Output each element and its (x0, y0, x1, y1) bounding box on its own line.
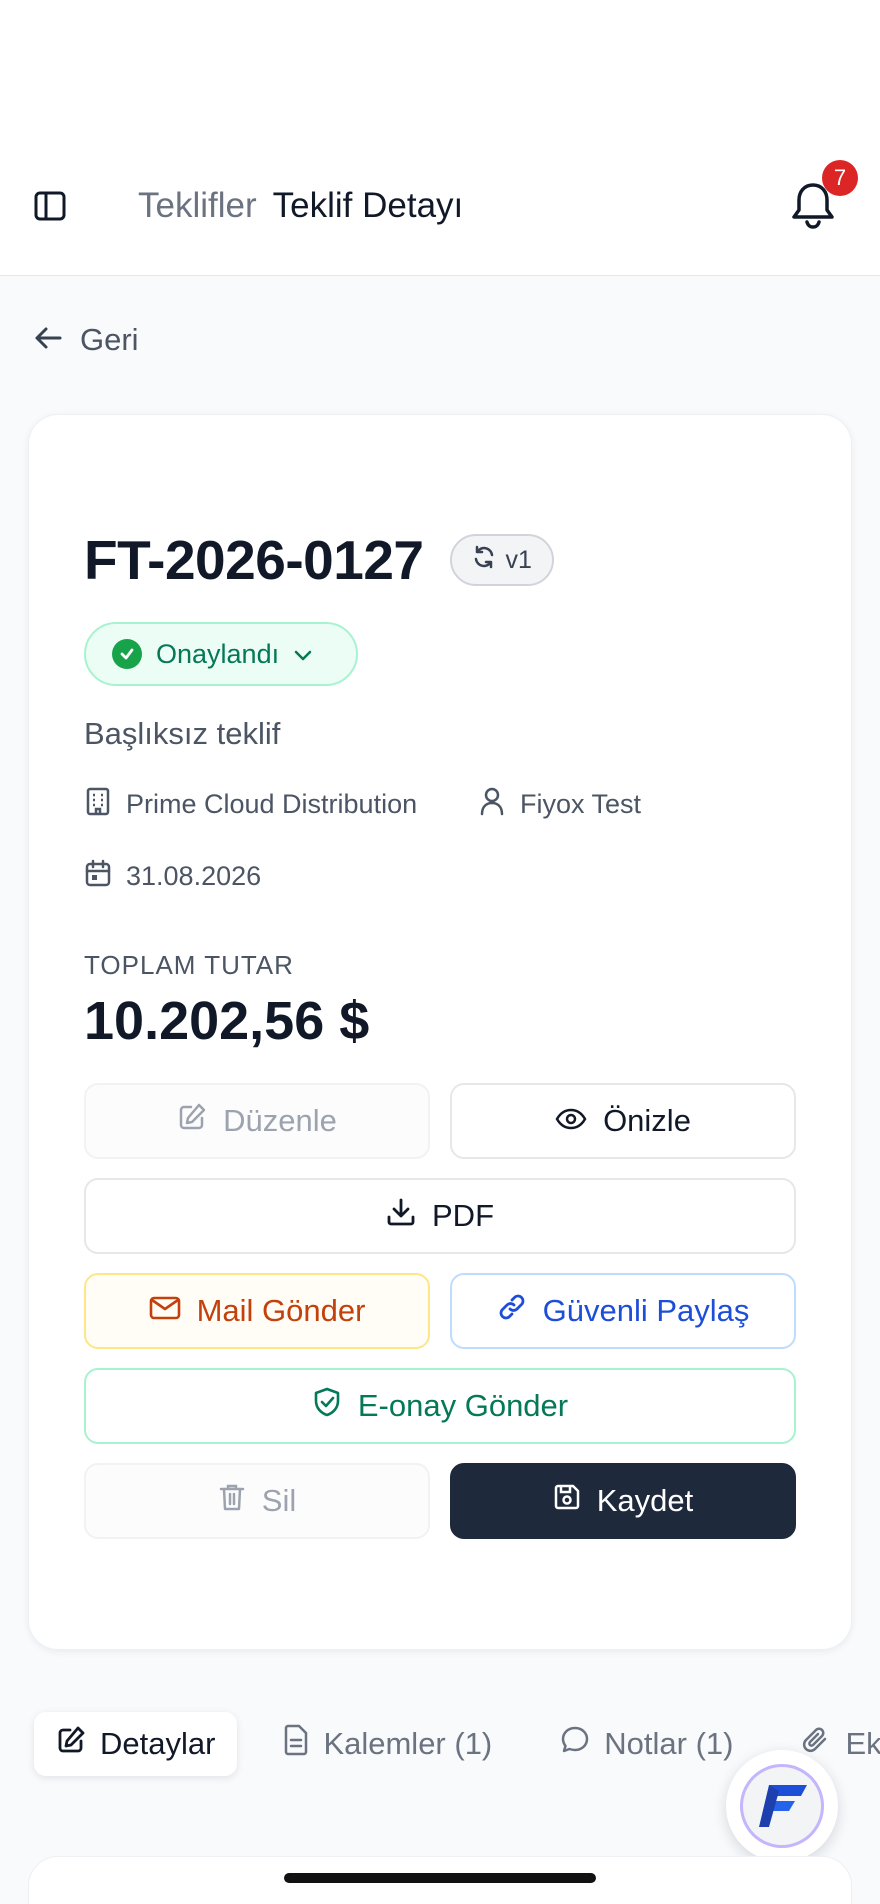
app-logo-icon (740, 1764, 824, 1848)
trash-icon (218, 1482, 246, 1520)
pdf-button[interactable]: PDF (84, 1178, 796, 1254)
link-icon (497, 1292, 527, 1330)
shield-check-icon (312, 1386, 342, 1426)
edit-label: Düzenle (223, 1103, 337, 1138)
quote-code: FT-2026-0127 (84, 529, 424, 591)
e-approval-button[interactable]: E-onay Gönder (84, 1368, 796, 1444)
delete-label: Sil (261, 1483, 297, 1518)
breadcrumb-parent-link[interactable]: Teklifler (138, 184, 257, 228)
floppy-disk-icon (553, 1483, 581, 1519)
assistant-fab[interactable] (726, 1750, 838, 1862)
tab-items[interactable]: Kalemler (1) (261, 1712, 514, 1776)
delete-button[interactable]: Sil (84, 1463, 430, 1539)
tab-attachments-label: Ek (845, 1726, 880, 1761)
chevron-down-icon (293, 639, 313, 670)
back-button[interactable]: Geri (34, 322, 139, 358)
mail-send-button[interactable]: Mail Gönder (84, 1273, 430, 1349)
pdf-label: PDF (432, 1198, 494, 1233)
version-label: v1 (505, 545, 532, 574)
version-badge[interactable]: v1 (449, 534, 554, 586)
company-name: Prime Cloud Distribution (126, 789, 418, 819)
preview-button[interactable]: Önizle (450, 1083, 796, 1159)
sidebar-toggle-icon[interactable] (32, 188, 68, 224)
tab-notes-label: Notlar (1) (604, 1726, 734, 1761)
date-info: 31.08.2026 (84, 858, 261, 895)
total-amount: 10.202,56 $ (84, 991, 370, 1051)
status-label: Onaylandı (156, 638, 280, 669)
contact-name: Fiyox Test (520, 789, 642, 819)
pencil-icon (177, 1102, 207, 1140)
tab-details-label: Detaylar (100, 1726, 216, 1761)
save-label: Kaydet (596, 1483, 694, 1518)
chat-bubble-icon (560, 1725, 590, 1763)
status-dropdown[interactable]: Onaylandı (84, 622, 358, 686)
mail-send-label: Mail Gönder (196, 1293, 366, 1328)
tab-items-label: Kalemler (1) (323, 1726, 493, 1761)
e-approval-label: E-onay Gönder (357, 1388, 569, 1423)
eye-icon (555, 1103, 587, 1139)
tab-notes[interactable]: Notlar (1) (538, 1712, 755, 1776)
quote-title: Başlıksız teklif (84, 716, 281, 751)
check-circle-icon (112, 639, 142, 669)
download-icon (386, 1197, 416, 1235)
home-indicator[interactable] (284, 1873, 596, 1883)
secure-share-button[interactable]: Güvenli Paylaş (450, 1273, 796, 1349)
contact-info: Fiyox Test (478, 786, 641, 823)
preview-label: Önizle (603, 1103, 691, 1138)
pencil-square-icon (56, 1725, 86, 1763)
quote-date: 31.08.2026 (126, 861, 262, 891)
building-icon (84, 786, 112, 823)
arrow-left-icon (34, 322, 62, 358)
calendar-icon (84, 858, 112, 895)
tab-details[interactable]: Detaylar (34, 1712, 238, 1776)
total-label: TOPLAM TUTAR (84, 950, 294, 980)
company-info: Prime Cloud Distribution (84, 786, 417, 823)
secure-share-label: Güvenli Paylaş (542, 1293, 750, 1328)
document-icon (283, 1724, 309, 1764)
top-bar: Teklifler Teklif Detayı 7 (0, 0, 880, 276)
back-label: Geri (80, 322, 139, 357)
quote-header: FT-2026-0127 v1 (84, 528, 554, 592)
save-button[interactable]: Kaydet (450, 1463, 796, 1539)
mail-icon (149, 1293, 181, 1329)
user-icon (478, 786, 506, 823)
breadcrumb: Teklifler Teklif Detayı (138, 184, 463, 228)
notification-badge: 7 (822, 160, 858, 196)
breadcrumb-current: Teklif Detayı (272, 186, 464, 225)
edit-button[interactable]: Düzenle (84, 1083, 430, 1159)
refresh-icon (472, 545, 496, 576)
